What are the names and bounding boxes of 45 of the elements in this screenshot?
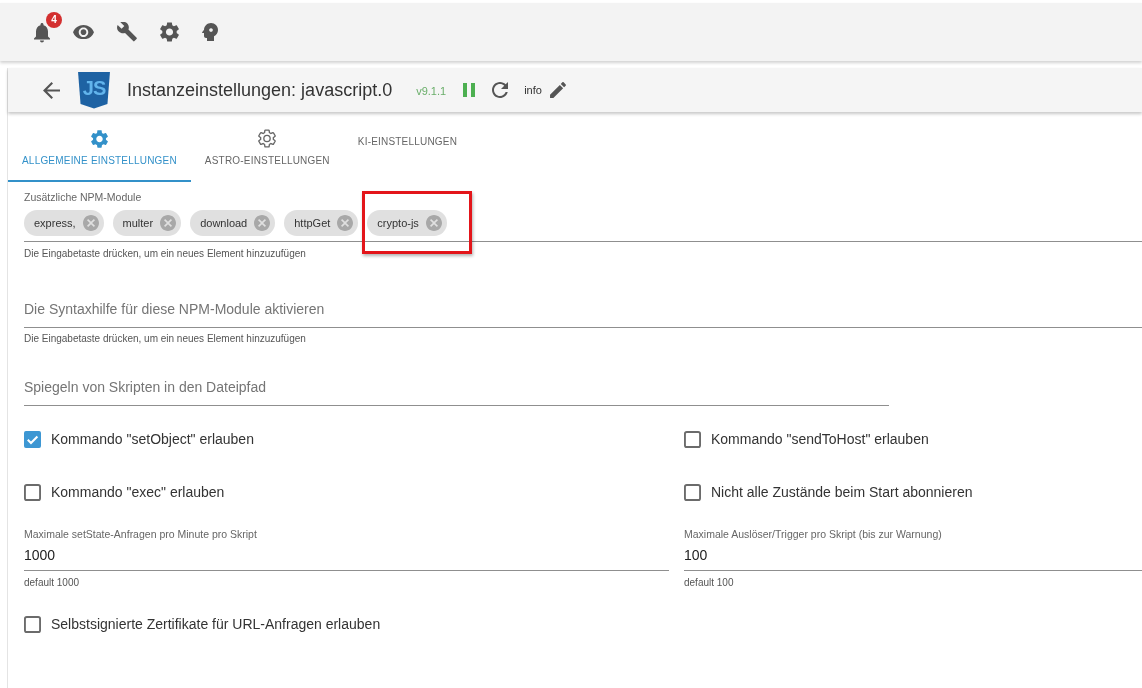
wrench-icon[interactable]: [117, 22, 137, 42]
chip-label: express,: [34, 217, 76, 229]
helper-text: Die Eingabetaste drücken, um ein neues Element hinzuzufügen: [24, 248, 307, 260]
field-label: Maximale Auslöser/Trigger pro Skript (bis zur Warnung): [684, 528, 943, 540]
checkbox-label: Nicht alle Zustände beim Start abonnieren: [711, 484, 973, 500]
checkbox-label: Kommando "exec" erlauben: [51, 484, 225, 500]
chip-label: download: [200, 217, 248, 229]
chip-label: multer: [122, 217, 154, 229]
checkbox[interactable]: [24, 430, 41, 448]
chip-label: httpGet: [294, 217, 331, 229]
checkbox-label: Kommando "sendToHost" erlauben: [711, 431, 929, 447]
checkbox-label: Selbstsignierte Zertifikate für URL-Anfragen erlauben: [51, 616, 381, 632]
refresh-icon[interactable]: [492, 82, 509, 98]
tab[interactable]: ALLGEMEINE EINSTELLUNGEN: [8, 115, 191, 182]
chip-label: crypto-js: [377, 217, 419, 229]
version-label: v9.1.1: [416, 85, 447, 97]
page-title: Instanzeinstellungen: javascript.0: [127, 79, 393, 101]
gear-icon: [258, 129, 277, 148]
checkbox[interactable]: [684, 483, 701, 501]
helper-text: Die Eingabetaste drücken, um ein neues Element hinzuzufügen: [24, 333, 307, 345]
back-arrow-icon[interactable]: [43, 81, 60, 99]
checkbox[interactable]: [24, 483, 41, 501]
helper-text: default 1000: [24, 577, 81, 589]
field-label: Maximale setState-Anfragen pro Minute pro Skript: [24, 528, 258, 540]
helper-text: default 100: [684, 577, 735, 589]
pencil-icon[interactable]: [549, 82, 566, 98]
checkbox-label: Kommando "setObject" erlauben: [51, 431, 254, 447]
checkbox[interactable]: [684, 430, 701, 448]
number-field[interactable]: 100: [684, 544, 1142, 571]
field-label: Zusätzliche NPM-Module: [24, 191, 143, 203]
info-link[interactable]: info: [524, 84, 542, 96]
notification-badge: 4: [46, 12, 62, 29]
settings-icon[interactable]: [160, 22, 179, 42]
gear-icon: [90, 129, 108, 148]
checkbox[interactable]: [24, 615, 41, 633]
head-icon[interactable]: [202, 23, 218, 41]
js-logo: JS: [78, 71, 110, 109]
eye-icon[interactable]: [73, 24, 94, 40]
tab[interactable]: KI-EINSTELLUNGEN: [343, 115, 472, 182]
text-field[interactable]: Die Syntaxhilfe für diese NPM-Module aktivieren: [24, 297, 1142, 328]
tab[interactable]: ASTRO-EINSTELLUNGEN: [190, 115, 344, 182]
bell-icon[interactable]: [34, 23, 50, 43]
text-field[interactable]: Spiegeln von Skripten in den Dateipfad: [24, 375, 889, 406]
pause-icon[interactable]: [463, 83, 476, 97]
number-field[interactable]: 1000: [24, 544, 669, 571]
